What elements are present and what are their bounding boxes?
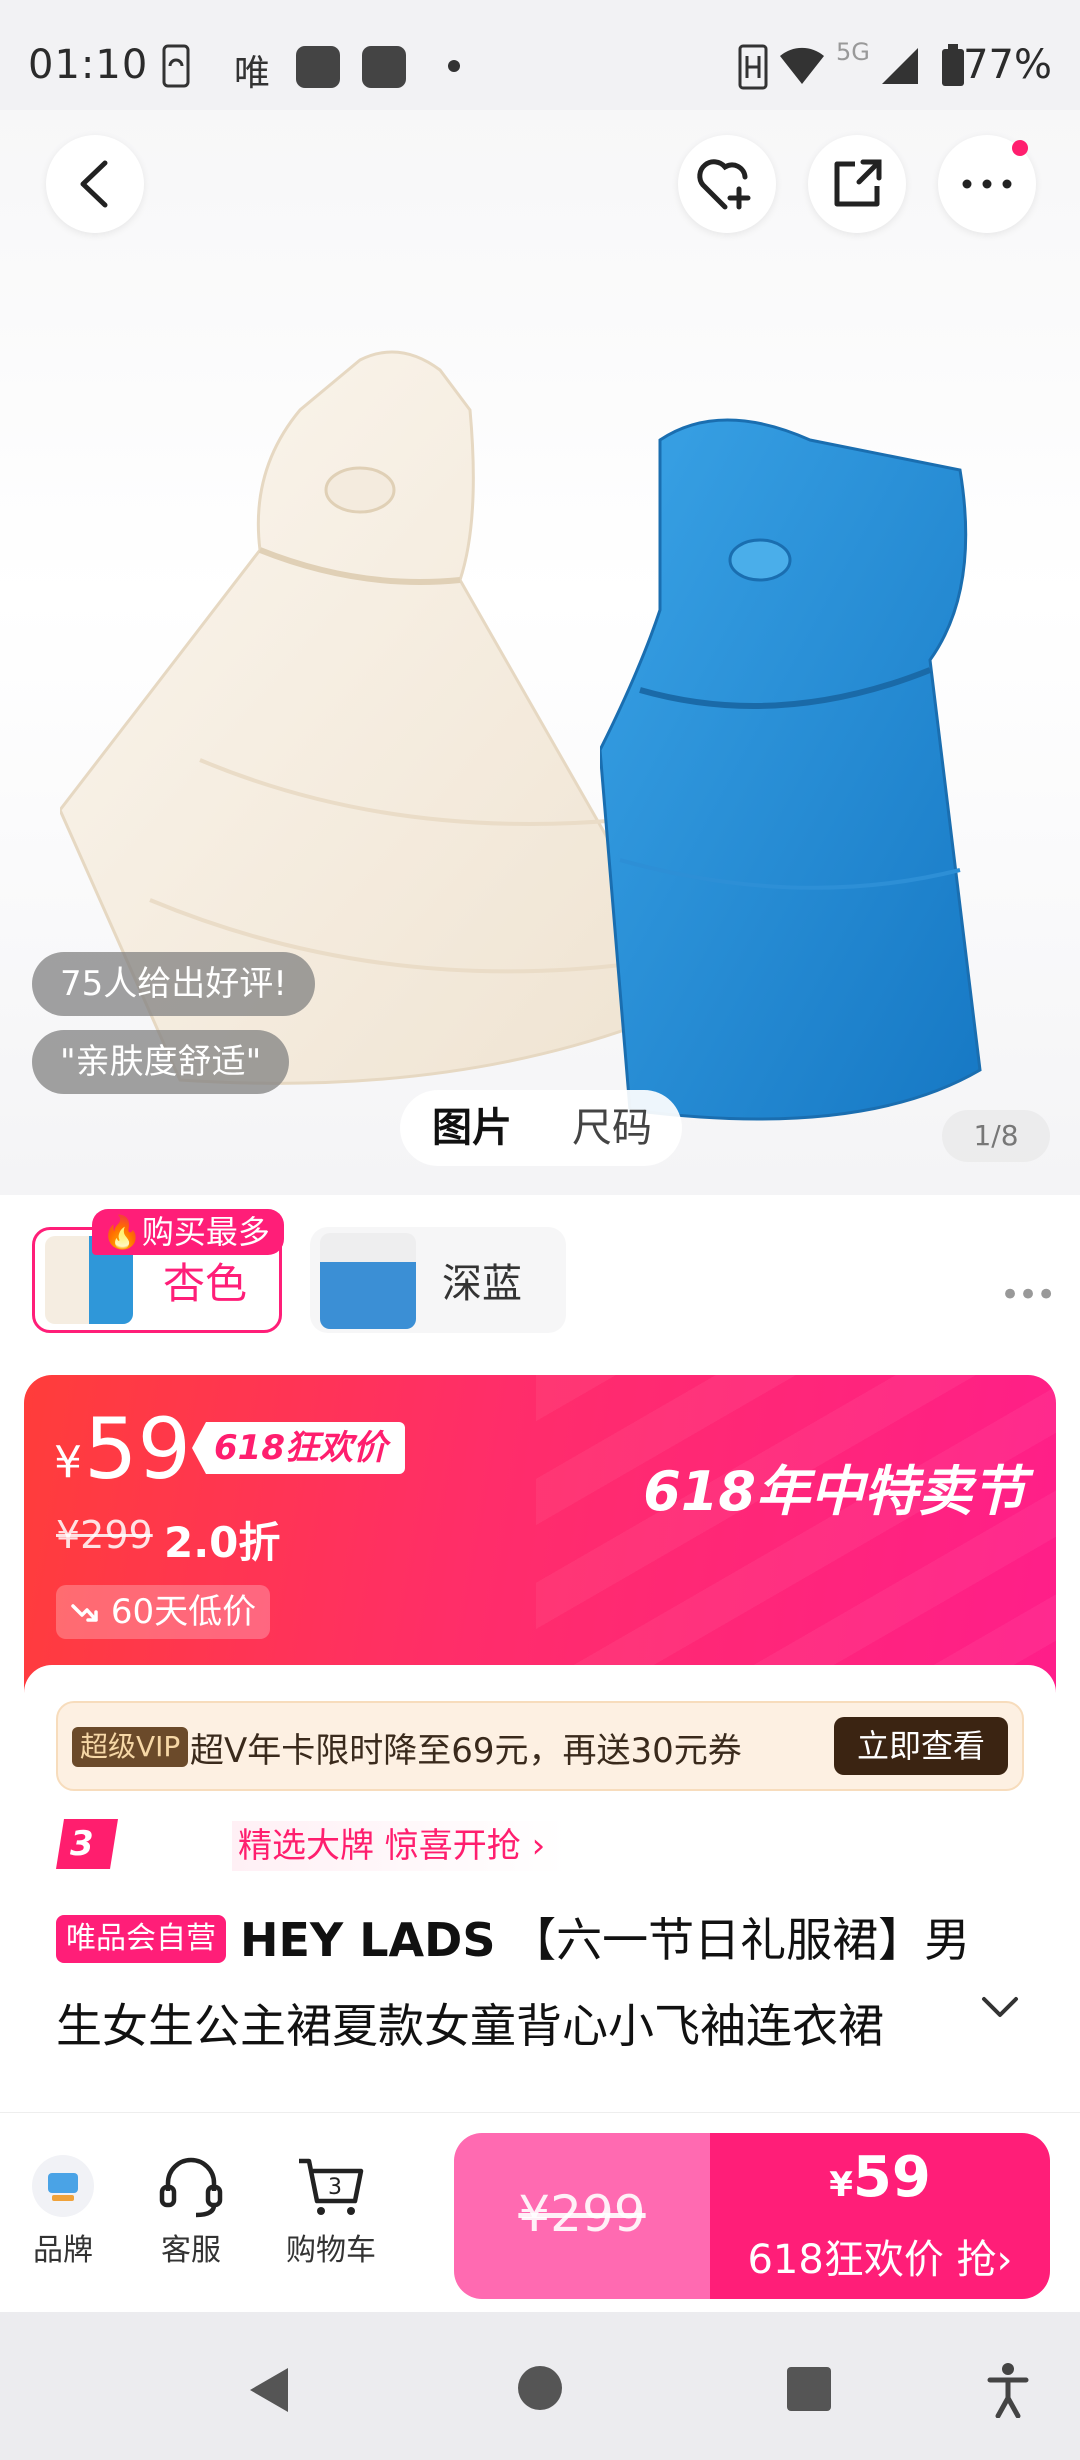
low-price-label: 60天低价	[110, 1592, 257, 1632]
buy-original-price-section: ¥299	[454, 2133, 710, 2299]
cart-count: 3	[328, 2175, 342, 2200]
nfc-icon	[738, 44, 768, 99]
discount-rate: 2.0折	[164, 1518, 281, 1567]
signal-icon	[880, 44, 920, 95]
status-time: 01:10	[28, 42, 149, 88]
promo-price-tag: 618狂欢价	[192, 1422, 405, 1474]
network-type: 5G	[836, 38, 870, 66]
gallery-tab-switch: 图片 尺码	[400, 1090, 682, 1166]
share-button[interactable]	[808, 135, 906, 233]
heart-plus-icon	[697, 159, 751, 210]
brand-label: 品牌	[33, 2233, 93, 2268]
current-price: 59	[84, 1400, 191, 1498]
brand-name: HEY LADS	[240, 1913, 496, 1967]
system-navigation-bar	[0, 2312, 1080, 2460]
chevron-down-icon[interactable]	[980, 1995, 1020, 2019]
nav-back-icon[interactable]	[244, 2364, 292, 2416]
buy-now-button[interactable]: ¥299 ¥59 618狂欢价 抢›	[454, 2133, 1050, 2299]
vip-view-button[interactable]: 立即查看	[834, 1717, 1008, 1775]
color-thumbnail	[320, 1233, 416, 1329]
headset-icon	[159, 2157, 223, 2218]
product-image-gallery[interactable]: 75人给出好评! "亲肤度舒适" 1/8	[0, 110, 1080, 1195]
low-price-badge: 60天低价	[56, 1585, 271, 1639]
flame-icon: 🔥	[102, 1213, 142, 1251]
wifi-icon	[778, 44, 826, 97]
carrier-glyph: 唯	[234, 53, 271, 94]
flash-sale-tag: 3折疯抢	[56, 1819, 118, 1869]
flash-sale-text: 精选大牌 惊喜开抢 ›	[232, 1821, 568, 1871]
accessibility-icon[interactable]	[986, 2362, 1030, 2418]
phone-sync-icon	[158, 44, 194, 97]
notification-dot	[1012, 140, 1028, 156]
best-seller-badge: 🔥购买最多	[92, 1209, 284, 1255]
product-title: 唯品会自营 HEY LADS 【六一节日礼服裙】男生女生公主裙夏款女童背心小飞袖连…	[56, 1897, 996, 2069]
buy-original-price: ¥299	[518, 2185, 646, 2243]
festival-title: 618年中特卖节	[643, 1460, 1026, 1523]
buy-promo-section: ¥59 618狂欢价 抢›	[710, 2133, 1050, 2299]
currency-symbol: ¥	[54, 1437, 82, 1488]
cart-button[interactable]: 购物车	[286, 2153, 376, 2269]
decorative-stripes	[536, 1375, 1056, 1705]
service-label: 客服	[161, 2233, 221, 2268]
app-notification-icon	[362, 46, 406, 88]
favorite-button[interactable]	[678, 135, 776, 233]
color-option-navy[interactable]: 深蓝	[310, 1227, 566, 1333]
back-button[interactable]	[46, 135, 144, 233]
vip-tag: 超级VIP	[72, 1727, 189, 1767]
tab-images[interactable]: 图片	[408, 1097, 536, 1159]
brand-logo-icon	[32, 2155, 94, 2217]
self-operated-tag: 唯品会自营	[56, 1915, 226, 1963]
badge-label: 购买最多	[141, 1213, 270, 1251]
cart-label: 购物车	[286, 2233, 376, 2268]
more-icon	[962, 179, 1012, 189]
original-price: ¥299	[56, 1513, 153, 1557]
brand-button[interactable]: 品牌	[30, 2153, 96, 2269]
battery-level: 77%	[963, 42, 1052, 88]
nav-recents-icon[interactable]	[786, 2366, 832, 2412]
share-icon	[834, 159, 882, 207]
nav-home-icon[interactable]	[516, 2364, 564, 2412]
promo-price-card: ¥ 59 618狂欢价 618年中特卖节 ¥299 2.0折 60天低价	[24, 1375, 1056, 1705]
vip-promo-text: 超V年卡限时降至69元，再送30元券	[190, 1731, 742, 1771]
buy-current-price: ¥59	[829, 2145, 931, 2210]
image-page-counter: 1/8	[942, 1110, 1050, 1162]
tab-size[interactable]: 尺码	[550, 1097, 674, 1159]
product-info-panel: 超级VIP 超V年卡限时降至69元，再送30元券 立即查看 3折疯抢 精选大牌 …	[24, 1665, 1056, 2125]
battery-icon	[940, 44, 966, 97]
review-quote-chip[interactable]: "亲肤度舒适"	[32, 1030, 290, 1094]
blue-dress-image	[600, 418, 982, 1121]
customer-service-button[interactable]: 客服	[156, 2153, 226, 2269]
more-colors-icon[interactable]: •••	[1000, 1275, 1056, 1315]
bottom-action-bar: 品牌 客服 购物车 3 ¥299 ¥59 618狂欢价 抢›	[0, 2112, 1080, 2312]
more-notifications-dot	[448, 60, 460, 72]
vip-promo-bar[interactable]: 超级VIP 超V年卡限时降至69元，再送30元券 立即查看	[56, 1701, 1024, 1791]
color-option-label: 杏色	[163, 1259, 248, 1308]
chevron-left-icon	[80, 160, 108, 208]
review-count-chip[interactable]: 75人给出好评!	[32, 952, 315, 1016]
app-notification-icon	[296, 46, 340, 88]
color-selector: 杏色 🔥购买最多 深蓝 •••	[0, 1195, 1080, 1350]
color-option-label: 深蓝	[442, 1261, 522, 1307]
trend-down-icon	[71, 1604, 98, 1622]
buy-label: 618狂欢价 抢›	[747, 2237, 1013, 2283]
